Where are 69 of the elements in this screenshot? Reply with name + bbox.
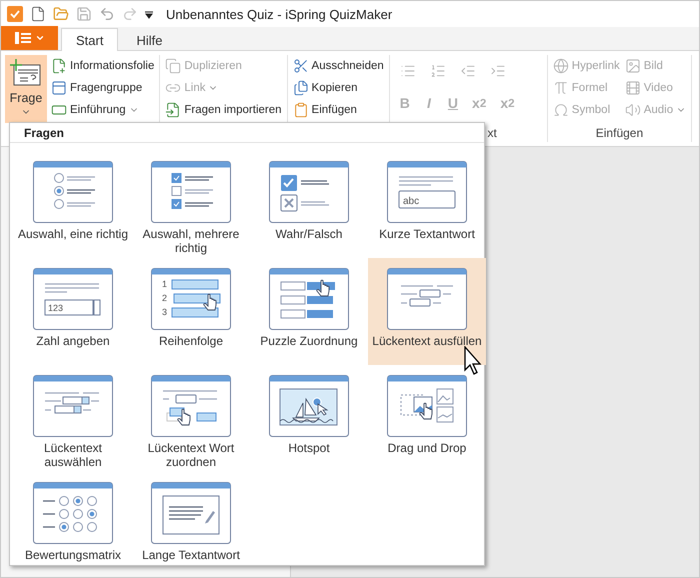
menu-icon [14,32,30,44]
cut-icon [292,58,309,74]
order-number: 2 [162,293,168,303]
copy-icon [292,80,309,96]
import-icon [165,102,182,118]
question-type-icon [269,161,349,223]
outdent-icon [460,63,476,79]
ribbon-button[interactable]: Einfügen [292,99,385,121]
caret-icon [34,33,44,43]
ribbon-tab[interactable]: Hilfe [121,28,178,51]
order-number: 3 [162,307,168,317]
redo-icon[interactable] [122,6,138,22]
ribbon-tab[interactable]: Start [61,28,118,51]
question-type-item[interactable]: Wahr/Falsch [250,151,368,258]
film-icon [624,80,641,96]
pi-icon [552,80,569,96]
panel-icon [51,80,67,96]
ribbon-button[interactable]: Ausschneiden [292,55,385,77]
question-type-item[interactable]: 1 2 3 Reihenfolge [132,258,250,365]
question-type-icon [33,482,113,544]
indent-icon [490,63,506,79]
question-type-icon [151,375,231,437]
omega-icon [552,102,569,118]
sample-text: abc [403,196,420,207]
question-type-icon [151,161,231,223]
question-type-item[interactable]: Lückentext auswählen [14,365,132,472]
question-type-item[interactable]: Lange Textantwort [132,472,250,577]
new-file-icon[interactable] [30,6,46,22]
question-type-icon [33,375,113,437]
slide-plus-icon [51,58,67,74]
ribbon-button[interactable]: Kopieren [292,77,385,99]
globe-icon [552,58,569,74]
window-title: Unbenanntes Quiz - iSpring QuizMaker [166,6,392,22]
question-type-item[interactable]: Puzzle Zuordnung [250,258,368,365]
question-type-icon [151,482,231,544]
duplicate-icon [165,58,182,74]
question-type-item[interactable]: Bewertungsmatrix [14,472,132,577]
undo-icon[interactable] [99,6,115,22]
question-type-icon [387,375,467,437]
question-type-icon [33,161,113,223]
question-type-item[interactable]: abc Kurze Textantwort [368,151,486,258]
order-number: 1 [162,279,168,289]
question-type-item[interactable]: Auswahl, mehrere richtig [132,151,250,258]
question-type-item[interactable]: 123 Zahl angeben [14,258,132,365]
numbered-list-icon [430,63,446,79]
customize-arrow-icon[interactable] [145,9,153,19]
question-type-item[interactable]: Hotspot [250,365,368,472]
sample-number: 123 [48,303,64,313]
ribbon-button[interactable]: Fragengruppe [50,77,156,99]
ribbon-button[interactable]: Fragen importieren [164,99,283,121]
menu-title: Fragen [10,123,484,143]
speaker-icon [624,102,641,118]
group-label: xt [487,126,497,142]
question-type-item[interactable]: Lückentext Wort zuordnen [132,365,250,472]
folder-icon[interactable] [53,6,69,22]
question-type-icon [269,375,349,437]
question-type-icon [269,268,349,330]
paste-icon [292,102,309,118]
question-button[interactable]: Frage [5,55,47,123]
question-type-item[interactable]: Auswahl, eine richtig [14,151,132,258]
question-type-item[interactable]: Drag und Drop [368,365,486,472]
group-label: Einfügen [596,126,644,142]
ribbon-button[interactable]: Informationsfolie [50,55,156,77]
save-icon[interactable] [76,6,92,22]
app-logo-icon [7,6,23,22]
image-icon [624,58,641,74]
question-type-item[interactable]: Lückentext ausfüllen [368,258,486,365]
question-type-icon [387,268,467,330]
ribbon-button[interactable]: Einführung [50,99,156,121]
